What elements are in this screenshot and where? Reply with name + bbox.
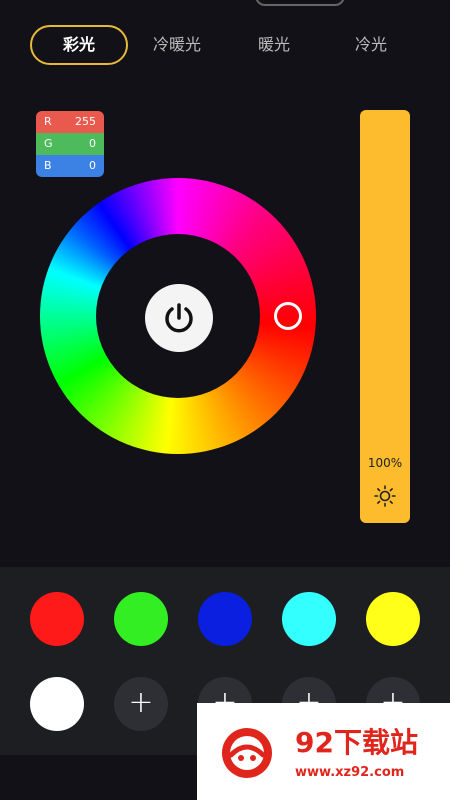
preset-swatch-green[interactable] xyxy=(114,592,168,646)
power-button[interactable] xyxy=(145,284,213,352)
brightness-slider[interactable]: 100% xyxy=(360,110,410,523)
rgb-readout: R 255 G 0 B 0 xyxy=(36,111,104,177)
preset-swatch-red[interactable] xyxy=(30,592,84,646)
tab-cool-light[interactable]: 冷光 xyxy=(322,25,420,65)
watermark: 92下载站 www.xz92.com xyxy=(197,703,450,800)
mode-tabs: 彩光 冷暖光 暖光 冷光 xyxy=(30,25,420,65)
preset-swatch-cyan[interactable] xyxy=(282,592,336,646)
top-bar-fragment xyxy=(255,0,345,6)
sun-icon xyxy=(374,485,396,507)
tab-color-light[interactable]: 彩光 xyxy=(30,25,128,65)
red-label: R xyxy=(44,115,52,128)
blue-label: B xyxy=(44,159,52,172)
preset-swatch-white[interactable] xyxy=(30,677,84,731)
preset-swatch-yellow[interactable] xyxy=(366,592,420,646)
green-value: 0 xyxy=(89,137,96,150)
rgb-blue-row: B 0 xyxy=(36,155,104,177)
tab-warm-light[interactable]: 暖光 xyxy=(225,25,323,65)
watermark-logo-icon xyxy=(222,728,272,778)
blue-value: 0 xyxy=(89,159,96,172)
red-value: 255 xyxy=(75,115,96,128)
brightness-value: 100% xyxy=(367,456,403,470)
watermark-title: 92下载站 xyxy=(295,726,418,759)
power-icon xyxy=(165,303,193,333)
green-label: G xyxy=(44,137,53,150)
rgb-green-row: G 0 xyxy=(36,133,104,155)
watermark-url: www.xz92.com xyxy=(295,765,405,780)
color-wheel-handle[interactable] xyxy=(274,302,302,330)
tab-cool-warm-light[interactable]: 冷暖光 xyxy=(128,25,226,65)
preset-swatch-blue[interactable] xyxy=(198,592,252,646)
add-preset-button[interactable]: + xyxy=(114,677,168,731)
rgb-red-row: R 255 xyxy=(36,111,104,133)
